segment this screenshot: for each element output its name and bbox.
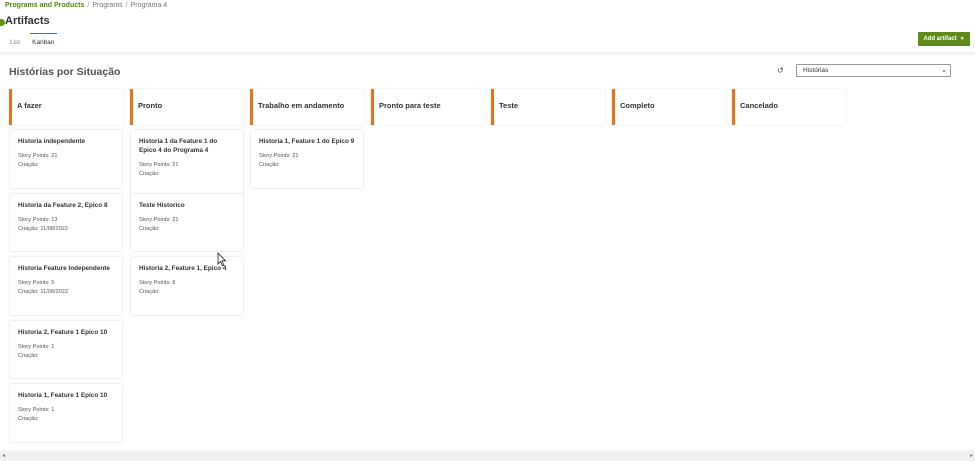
card-title: Historia da Feature 2, Epico 8 <box>18 202 108 209</box>
kanban-card[interactable]: Historia 1, Feature 1 do Epico 9 Story Po… <box>251 130 363 188</box>
page-title: Artifacts <box>5 15 50 27</box>
history-icon[interactable]: ↺ <box>777 66 784 75</box>
column-header: Cancelado <box>732 89 846 125</box>
horizontal-scrollbar[interactable]: ◂ ▸ <box>0 452 975 461</box>
card-created-date: Criação: 11/08/2022 <box>18 226 68 232</box>
card-created-date: Criação: <box>259 162 280 168</box>
board-title: Histórias por Situação <box>9 66 121 78</box>
column-header: A fazer <box>9 89 123 125</box>
chevron-down-icon: ▼ <box>959 36 965 42</box>
breadcrumb-item-programa-4[interactable]: Programa 4 <box>131 2 168 9</box>
kanban-card[interactable]: Historia Feature Independente Story Point… <box>10 257 122 315</box>
breadcrumb-item-programs[interactable]: Programs <box>92 2 122 9</box>
card-story-points: Story Points: 1 <box>18 344 55 350</box>
column-header: Completo <box>612 89 726 125</box>
card-created-date: Criação: <box>18 353 39 359</box>
card-story-points: Story Points: 21 <box>139 162 179 168</box>
column-header: Trabalho em andamento <box>250 89 364 125</box>
tab-kanban[interactable]: Kanban <box>30 33 57 46</box>
chevron-down-icon: ⌄ <box>941 67 947 74</box>
card-created-date: Criação: <box>18 416 39 422</box>
breadcrumb-separator: / <box>125 2 128 9</box>
kanban-card[interactable]: Historia 1, Feature 1 Epico 10 Story Poin… <box>10 384 122 442</box>
app-header: Programs and Products / Programs / Programa … <box>0 0 975 52</box>
card-created-date: Criação: <box>139 289 160 295</box>
card-title: Historia 1, Feature 1 do Epico 9 <box>259 138 355 145</box>
add-artifact-button[interactable]: Add artifact ▼ <box>918 32 970 46</box>
card-title: Historia 1, Feature 1 Epico 10 <box>18 392 108 399</box>
card-title: Historia 1 da Feature 1 do Epico 4 do Pr… <box>139 138 218 154</box>
card-title: Historia 2, Feature 1 Epico 10 <box>18 329 108 336</box>
tab-list[interactable]: List <box>10 38 20 50</box>
kanban-board: Histórias por Situação ↺ Histórias ⌄ A f… <box>0 55 975 450</box>
view-tabs: List Kanban <box>10 33 57 50</box>
card-story-points: Story Points: 21 <box>139 217 179 223</box>
breadcrumb-item-programs-and-products[interactable]: Programs and Products <box>5 2 84 9</box>
artifact-type-select-value: Histórias <box>803 67 829 74</box>
kanban-card[interactable]: Historia 1 da Feature 1 do Epico 4 do Pr… <box>131 130 243 196</box>
card-story-points: Story Points: 13 <box>18 217 58 223</box>
kanban-card[interactable]: Historia independente Story Points: 21 Cri… <box>10 130 122 188</box>
card-story-points: Story Points: 1 <box>18 407 55 413</box>
kanban-card[interactable]: Historia da Feature 2, Epico 8 Story Poin… <box>10 194 122 251</box>
kanban-card[interactable]: Teste Historico Story Points: 21 Criação: <box>131 194 243 251</box>
mouse-cursor-icon <box>217 252 227 267</box>
card-story-points: Story Points: 21 <box>18 153 58 159</box>
kanban-card[interactable]: Historia 2, Feature 1 Epico 10 Story Poin… <box>10 321 122 378</box>
artifact-type-select[interactable]: Histórias ⌄ <box>796 64 951 77</box>
card-created-date: Criação: <box>139 226 160 232</box>
card-story-points: Story Points: 5 <box>18 280 55 286</box>
card-created-date: Criação: 11/08/2022 <box>18 289 68 295</box>
card-story-points: Story Points: 8 <box>139 280 176 286</box>
card-story-points: Story Points: 21 <box>259 153 299 159</box>
breadcrumb: Programs and Products / Programs / Programa … <box>5 2 167 9</box>
card-title: Historia independente <box>18 138 86 145</box>
card-title: Historia Feature Independente <box>18 265 110 272</box>
column-header: Pronto <box>130 89 244 125</box>
breadcrumb-separator: / <box>87 2 90 9</box>
scroll-left-arrow-icon[interactable]: ◂ <box>2 452 5 459</box>
scroll-right-arrow-icon[interactable]: ▸ <box>970 452 973 459</box>
card-created-date: Criação: <box>139 171 160 177</box>
column-header: Teste <box>491 89 605 125</box>
card-created-date: Criação: <box>18 162 39 168</box>
card-title: Teste Historico <box>139 202 185 209</box>
add-artifact-label: Add artifact <box>923 36 957 42</box>
column-header: Pronto para teste <box>371 89 485 125</box>
